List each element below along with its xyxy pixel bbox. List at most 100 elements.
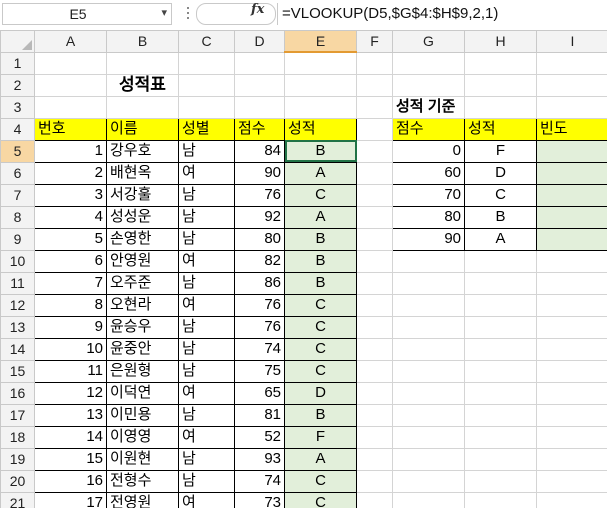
cell-f7[interactable]: [356, 183, 393, 207]
cell-a18[interactable]: 14: [34, 425, 107, 449]
cell-h17[interactable]: [464, 403, 537, 427]
cell-a20[interactable]: 16: [34, 469, 107, 493]
cell-d9[interactable]: 80: [234, 227, 285, 251]
cell-d8[interactable]: 92: [234, 205, 285, 229]
cell-b6[interactable]: 배현옥: [106, 161, 179, 185]
row-header-17[interactable]: 17: [0, 403, 35, 427]
cell-b1[interactable]: [106, 51, 179, 75]
cell-d11[interactable]: 86: [234, 271, 285, 295]
column-header-b[interactable]: B: [106, 30, 179, 53]
cell-a19[interactable]: 15: [34, 447, 107, 471]
cell-e9[interactable]: B: [284, 227, 357, 251]
cell-g11[interactable]: [392, 271, 465, 295]
cell-a14[interactable]: 10: [34, 337, 107, 361]
cell-e10[interactable]: B: [284, 249, 357, 273]
cell-i7[interactable]: [536, 183, 607, 207]
cell-e6[interactable]: A: [284, 161, 357, 185]
select-all-button[interactable]: [0, 30, 35, 53]
cell-g19[interactable]: [392, 447, 465, 471]
cell-c1[interactable]: [178, 51, 235, 75]
row-header-9[interactable]: 9: [0, 227, 35, 251]
cell-b15[interactable]: 은원형: [106, 359, 179, 383]
row-header-14[interactable]: 14: [0, 337, 35, 361]
cell-g12[interactable]: [392, 293, 465, 317]
cell-i11[interactable]: [536, 271, 607, 295]
cell-c10[interactable]: 여: [178, 249, 235, 273]
cell-i16[interactable]: [536, 381, 607, 405]
cell-e15[interactable]: C: [284, 359, 357, 383]
cell-g7[interactable]: 70: [392, 183, 465, 207]
cell-b8[interactable]: 성성운: [106, 205, 179, 229]
cell-f15[interactable]: [356, 359, 393, 383]
cell-h16[interactable]: [464, 381, 537, 405]
cell-c14[interactable]: 남: [178, 337, 235, 361]
cell-a7[interactable]: 3: [34, 183, 107, 207]
cell-h4[interactable]: 성적: [464, 117, 537, 141]
cell-g3[interactable]: 성적 기준: [392, 95, 465, 119]
column-header-i[interactable]: I: [536, 30, 607, 53]
cell-g20[interactable]: [392, 469, 465, 493]
cell-h10[interactable]: [464, 249, 537, 273]
cell-d1[interactable]: [234, 51, 285, 75]
cell-a4[interactable]: 번호: [34, 117, 107, 141]
cell-c19[interactable]: 남: [178, 447, 235, 471]
insert-function-icon[interactable]: fx: [251, 2, 264, 17]
cell-b13[interactable]: 윤승우: [106, 315, 179, 339]
cell-e11[interactable]: B: [284, 271, 357, 295]
chevron-down-icon[interactable]: ▾: [161, 6, 167, 19]
cell-c8[interactable]: 남: [178, 205, 235, 229]
cell-c3[interactable]: [178, 95, 235, 119]
cell-e7[interactable]: C: [284, 183, 357, 207]
cell-c18[interactable]: 여: [178, 425, 235, 449]
cell-c20[interactable]: 남: [178, 469, 235, 493]
column-header-e[interactable]: E: [284, 30, 357, 53]
cell-b19[interactable]: 이원현: [106, 447, 179, 471]
cell-c15[interactable]: 남: [178, 359, 235, 383]
cell-g8[interactable]: 80: [392, 205, 465, 229]
cell-a3[interactable]: [34, 95, 107, 119]
cell-e3[interactable]: [284, 95, 357, 119]
cell-i15[interactable]: [536, 359, 607, 383]
cell-g15[interactable]: [392, 359, 465, 383]
cell-i4[interactable]: 빈도: [536, 117, 607, 141]
cell-d10[interactable]: 82: [234, 249, 285, 273]
cell-c5[interactable]: 남: [178, 139, 235, 163]
cell-a8[interactable]: 4: [34, 205, 107, 229]
cell-b20[interactable]: 전형수: [106, 469, 179, 493]
cell-g2[interactable]: [392, 73, 465, 97]
cell-a6[interactable]: 2: [34, 161, 107, 185]
column-header-f[interactable]: F: [356, 30, 393, 53]
cell-d20[interactable]: 74: [234, 469, 285, 493]
name-box[interactable]: E5 ▾: [2, 3, 172, 25]
cell-i6[interactable]: [536, 161, 607, 185]
cell-f3[interactable]: [356, 95, 393, 119]
column-header-a[interactable]: A: [34, 30, 107, 53]
row-header-6[interactable]: 6: [0, 161, 35, 185]
cell-g5[interactable]: 0: [392, 139, 465, 163]
cell-e16[interactable]: D: [284, 381, 357, 405]
cell-b3[interactable]: [106, 95, 179, 119]
cell-d18[interactable]: 52: [234, 425, 285, 449]
cell-a5[interactable]: 1: [34, 139, 107, 163]
cell-i19[interactable]: [536, 447, 607, 471]
cell-b10[interactable]: 안영원: [106, 249, 179, 273]
cell-e13[interactable]: C: [284, 315, 357, 339]
cell-f8[interactable]: [356, 205, 393, 229]
cell-f12[interactable]: [356, 293, 393, 317]
cell-a9[interactable]: 5: [34, 227, 107, 251]
cell-f21[interactable]: [356, 491, 393, 508]
cell-d2[interactable]: [234, 73, 285, 97]
cell-b9[interactable]: 손영한: [106, 227, 179, 251]
cell-h11[interactable]: [464, 271, 537, 295]
cell-c17[interactable]: 남: [178, 403, 235, 427]
cell-c12[interactable]: 여: [178, 293, 235, 317]
row-header-18[interactable]: 18: [0, 425, 35, 449]
cell-i12[interactable]: [536, 293, 607, 317]
column-header-d[interactable]: D: [234, 30, 285, 53]
cell-f16[interactable]: [356, 381, 393, 405]
cell-i18[interactable]: [536, 425, 607, 449]
cell-g16[interactable]: [392, 381, 465, 405]
cell-d3[interactable]: [234, 95, 285, 119]
cell-c4[interactable]: 성별: [178, 117, 235, 141]
row-header-7[interactable]: 7: [0, 183, 35, 207]
